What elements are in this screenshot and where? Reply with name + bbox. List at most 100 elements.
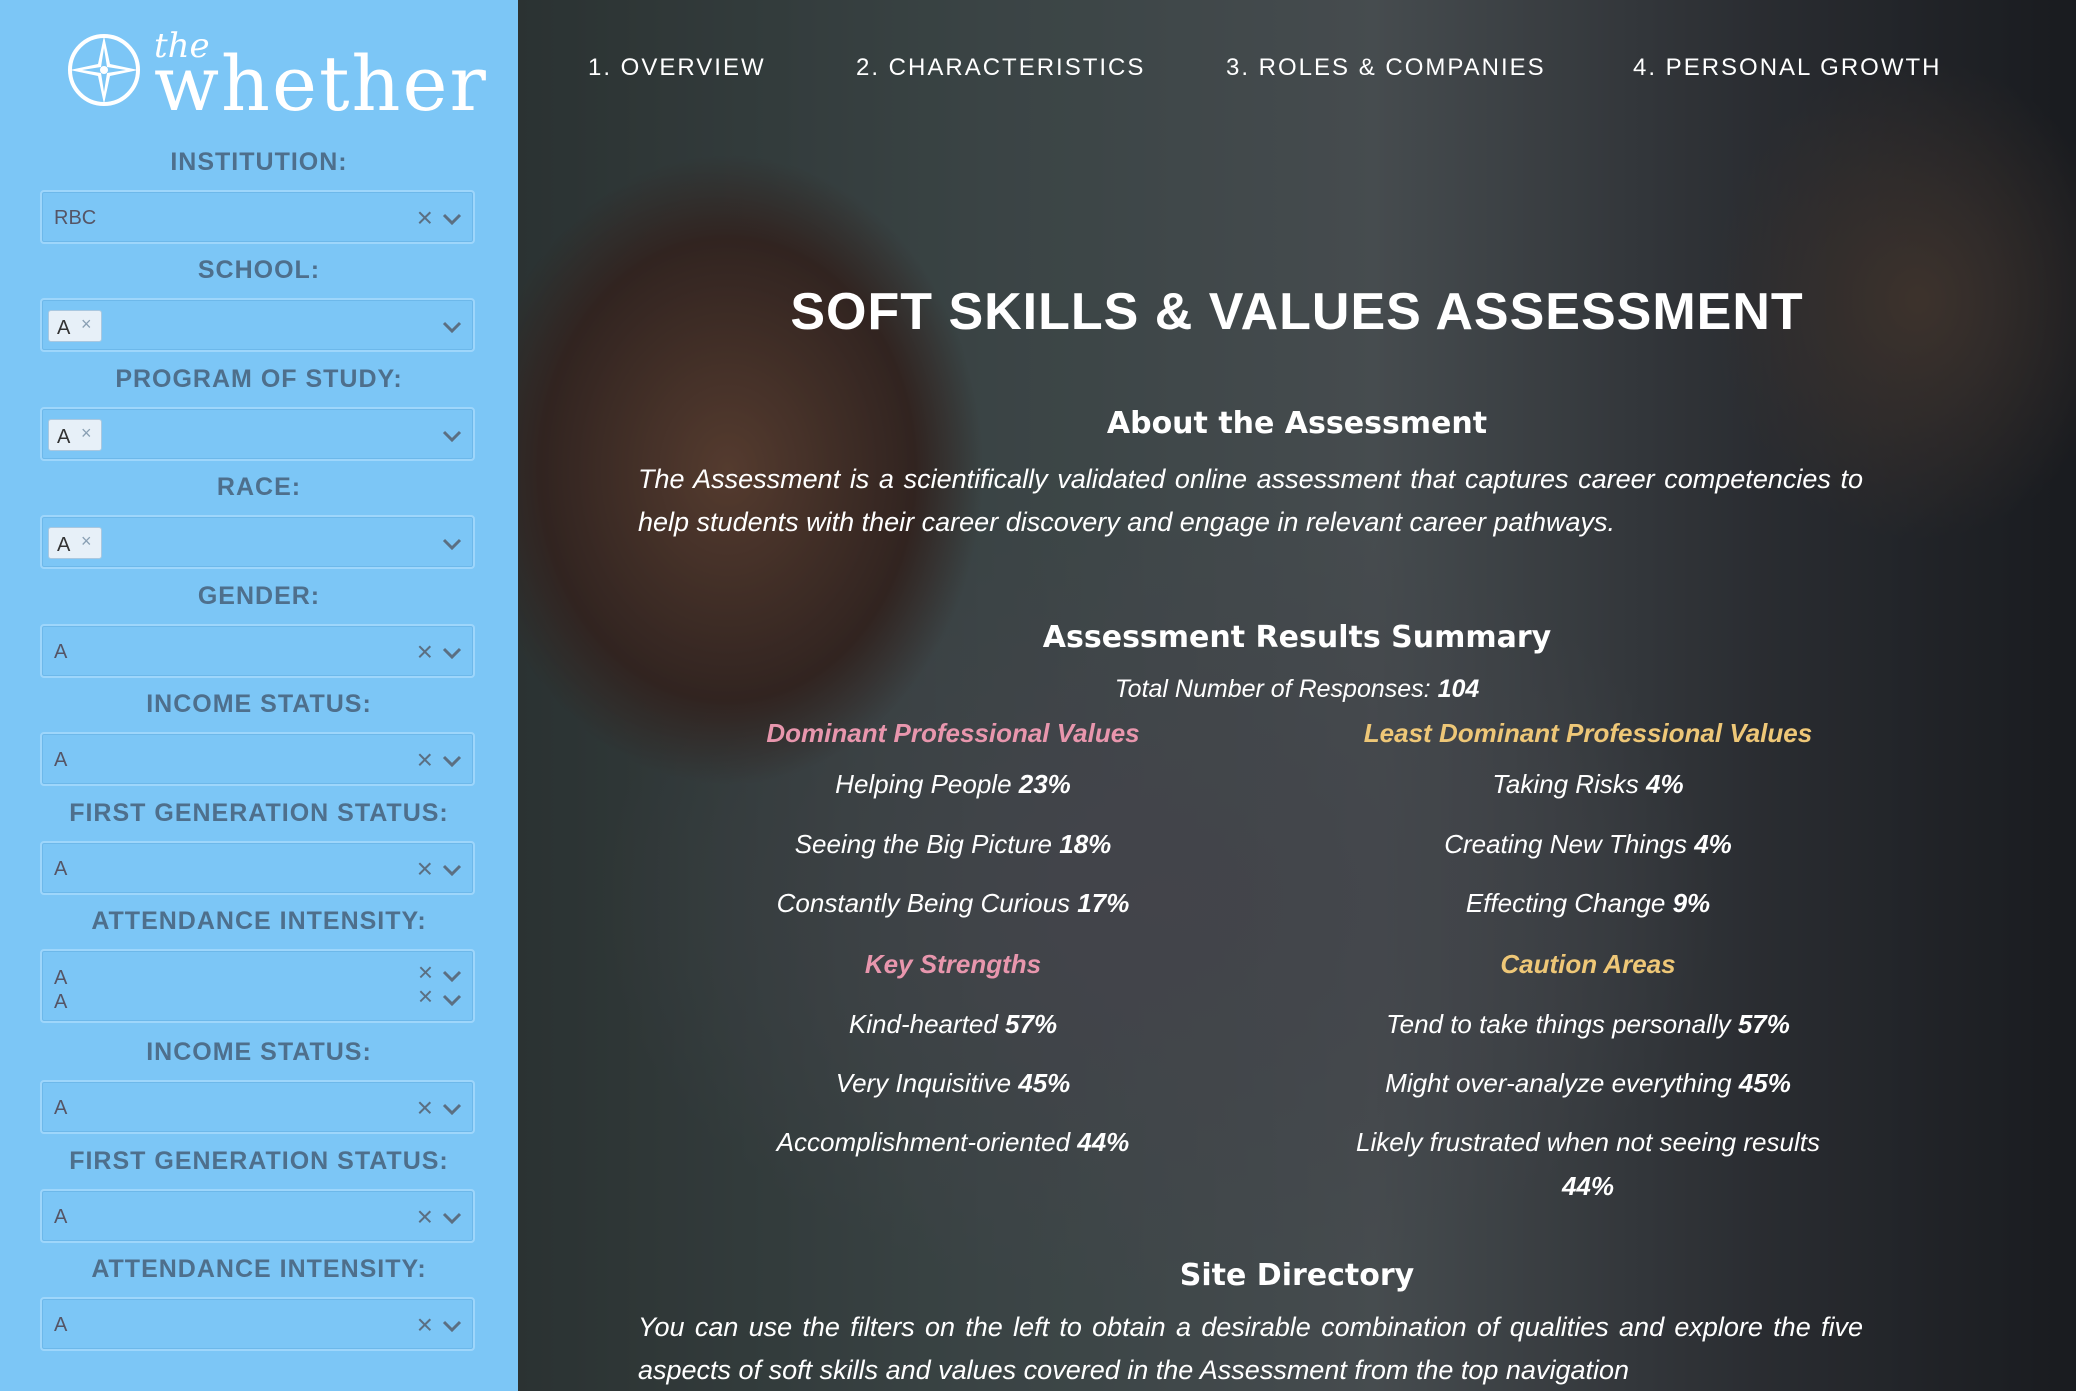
list-item: Seeing the Big Picture 18% [794, 829, 1112, 859]
income-value: A [54, 749, 68, 771]
attendance-value-2: A [54, 991, 68, 1013]
list-item: Effecting Change 9% [1465, 888, 1711, 918]
clear-icon[interactable]: × [417, 744, 433, 776]
program-chip-value: A [57, 426, 71, 448]
attendance-value: A [54, 967, 68, 989]
race-select[interactable]: A × [40, 515, 475, 569]
first-gen-label: FIRST GENERATION STATUS: [69, 799, 449, 827]
income-select-2[interactable]: A × [40, 1080, 475, 1134]
top-navigation: 1. OVERVIEW 2. CHARACTERISTICS 3. ROLES … [518, 54, 2076, 94]
clear-icon[interactable]: × [418, 981, 433, 1012]
clear-icon[interactable]: × [417, 636, 433, 668]
program-select[interactable]: A × [40, 407, 475, 461]
list-item: Tend to take things personally 57% [1386, 1009, 1790, 1039]
list-item: Accomplishment-oriented 44% [776, 1127, 1130, 1157]
chevron-down-icon[interactable] [441, 1098, 463, 1120]
first-gen-select[interactable]: A × [40, 841, 475, 895]
race-chip-value: A [57, 534, 71, 556]
dominant-values-list: Helping People 23% Seeing the Big Pictur… [633, 762, 1273, 942]
attendance-select-2[interactable]: A × [40, 1297, 475, 1351]
summary-heading: Assessment Results Summary [1042, 620, 1552, 655]
attendance-label-2: ATTENDANCE INTENSITY: [91, 1255, 427, 1283]
responses-line: Total Number of Responses: 104 [518, 675, 2076, 704]
chevron-down-icon[interactable] [441, 750, 463, 772]
responses-value: 104 [1437, 675, 1480, 703]
nav-characteristics[interactable]: 2. CHARACTERISTICS [856, 54, 1145, 82]
first-gen-select-2[interactable]: A × [40, 1189, 475, 1243]
clear-icon[interactable]: × [417, 202, 433, 234]
key-strengths-list: Kind-hearted 57% Very Inquisitive 45% Ac… [633, 1002, 1273, 1182]
filter-sidebar: the whether INSTITUTION: RBC × SCHOOL: A… [0, 0, 518, 1391]
attendance-select[interactable]: A × A × [40, 949, 475, 1023]
income-label: INCOME STATUS: [146, 690, 372, 718]
program-chip[interactable]: A × [48, 419, 102, 451]
caution-areas-list: Tend to take things personally 57% Might… [1268, 1002, 1908, 1222]
list-item: Helping People 23% [835, 769, 1071, 799]
chip-remove-icon[interactable]: × [81, 423, 92, 444]
clear-icon[interactable]: × [417, 1309, 433, 1341]
caution-areas-column: Caution Areas [1268, 949, 1908, 980]
chevron-down-icon[interactable] [441, 642, 463, 664]
key-strengths-heading: Key Strengths [864, 949, 1042, 979]
compass-icon [68, 34, 140, 106]
least-dominant-values-heading: Least Dominant Professional Values [1363, 718, 1813, 748]
first-gen-value-2: A [54, 1206, 68, 1228]
chevron-down-icon[interactable] [441, 1207, 463, 1229]
list-item: Taking Risks 4% [1492, 769, 1684, 799]
gender-select[interactable]: A × [40, 624, 475, 678]
chevron-down-icon[interactable] [441, 965, 463, 987]
chevron-down-icon[interactable] [441, 1315, 463, 1337]
gender-value: A [54, 641, 68, 663]
chevron-down-icon[interactable] [441, 859, 463, 881]
least-dominant-values-column: Least Dominant Professional Values [1268, 718, 1908, 749]
list-item: Very Inquisitive 45% [835, 1068, 1071, 1098]
chevron-down-icon[interactable] [441, 208, 463, 230]
institution-select[interactable]: RBC × [40, 190, 475, 244]
attendance-label: ATTENDANCE INTENSITY: [91, 907, 427, 935]
nav-overview[interactable]: 1. OVERVIEW [588, 54, 766, 82]
directory-text: You can use the filters on the left to o… [638, 1312, 1863, 1385]
nav-roles-companies[interactable]: 3. ROLES & COMPANIES [1226, 54, 1546, 82]
chevron-down-icon[interactable] [441, 533, 463, 555]
responses-label: Total Number of Responses: [1114, 675, 1431, 703]
chevron-down-icon[interactable] [441, 989, 463, 1011]
clear-icon[interactable]: × [417, 853, 433, 885]
chip-remove-icon[interactable]: × [81, 314, 92, 335]
list-item: Likely frustrated when not seeing result… [1356, 1127, 1820, 1201]
race-chip[interactable]: A × [48, 527, 102, 559]
list-item: Creating New Things 4% [1444, 829, 1732, 859]
nav-personal-growth[interactable]: 4. PERSONAL GROWTH [1633, 54, 1941, 82]
institution-label: INSTITUTION: [170, 148, 348, 176]
income-value-2: A [54, 1097, 68, 1119]
chevron-down-icon[interactable] [441, 316, 463, 338]
clear-icon[interactable]: × [417, 1201, 433, 1233]
first-gen-value: A [54, 858, 68, 880]
school-select[interactable]: A × [40, 298, 475, 352]
school-label: SCHOOL: [197, 256, 321, 284]
race-label: RACE: [216, 473, 302, 501]
income-select[interactable]: A × [40, 732, 475, 786]
gender-label: GENDER: [197, 582, 321, 610]
school-chip[interactable]: A × [48, 310, 102, 342]
key-strengths-column: Key Strengths [633, 949, 1273, 980]
list-item: Kind-hearted 57% [848, 1009, 1058, 1039]
list-item: Might over-analyze everything 45% [1385, 1068, 1791, 1098]
directory-heading: Site Directory [1179, 1258, 1415, 1293]
chip-remove-icon[interactable]: × [81, 531, 92, 552]
main-content: 1. OVERVIEW 2. CHARACTERISTICS 3. ROLES … [518, 0, 2076, 1391]
school-chip-value: A [57, 317, 71, 339]
brand-wordmark: whether [154, 39, 488, 128]
about-text: The Assessment is a scientifically valid… [638, 464, 1863, 537]
about-heading: About the Assessment [1106, 406, 1488, 441]
dominant-values-column: Dominant Professional Values [633, 718, 1273, 749]
least-dominant-values-list: Taking Risks 4% Creating New Things 4% E… [1268, 762, 1908, 942]
brand-logo[interactable]: the whether [64, 24, 486, 124]
dominant-values-heading: Dominant Professional Values [766, 718, 1140, 748]
program-label: PROGRAM OF STUDY: [115, 365, 403, 393]
caution-areas-heading: Caution Areas [1500, 949, 1676, 979]
attendance-value-3: A [54, 1314, 68, 1336]
clear-icon[interactable]: × [417, 1092, 433, 1124]
first-gen-label-2: FIRST GENERATION STATUS: [69, 1147, 449, 1175]
institution-value: RBC [54, 207, 97, 229]
chevron-down-icon[interactable] [441, 425, 463, 447]
